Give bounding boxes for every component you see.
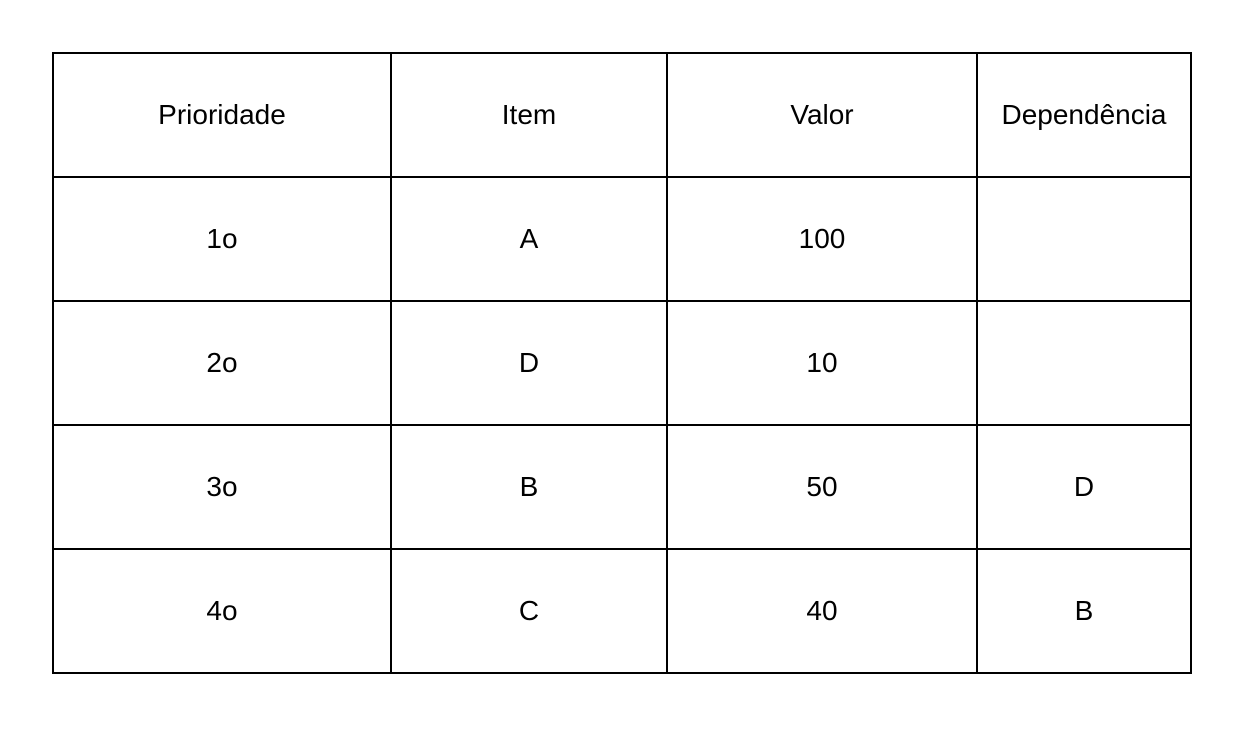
- header-dependencia: Dependência: [976, 52, 1192, 178]
- cell-item: D: [390, 300, 668, 426]
- cell-dependencia: D: [976, 424, 1192, 550]
- cell-item: B: [390, 424, 668, 550]
- table-row: 4o C 40 B: [52, 548, 1192, 674]
- cell-prioridade: 3o: [52, 424, 392, 550]
- cell-prioridade: 4o: [52, 548, 392, 674]
- cell-dependencia: [976, 300, 1192, 426]
- cell-valor: 10: [666, 300, 978, 426]
- cell-valor: 40: [666, 548, 978, 674]
- table-row: 3o B 50 D: [52, 424, 1192, 550]
- table-row: 2o D 10: [52, 300, 1192, 426]
- cell-dependencia: B: [976, 548, 1192, 674]
- cell-valor: 100: [666, 176, 978, 302]
- table-header-row: Prioridade Item Valor Dependência: [52, 52, 1192, 178]
- cell-prioridade: 2o: [52, 300, 392, 426]
- cell-prioridade: 1o: [52, 176, 392, 302]
- priority-table: Prioridade Item Valor Dependência 1o A 1…: [52, 52, 1192, 674]
- cell-item: C: [390, 548, 668, 674]
- header-prioridade: Prioridade: [52, 52, 392, 178]
- header-item: Item: [390, 52, 668, 178]
- table-row: 1o A 100: [52, 176, 1192, 302]
- cell-valor: 50: [666, 424, 978, 550]
- cell-item: A: [390, 176, 668, 302]
- header-valor: Valor: [666, 52, 978, 178]
- cell-dependencia: [976, 176, 1192, 302]
